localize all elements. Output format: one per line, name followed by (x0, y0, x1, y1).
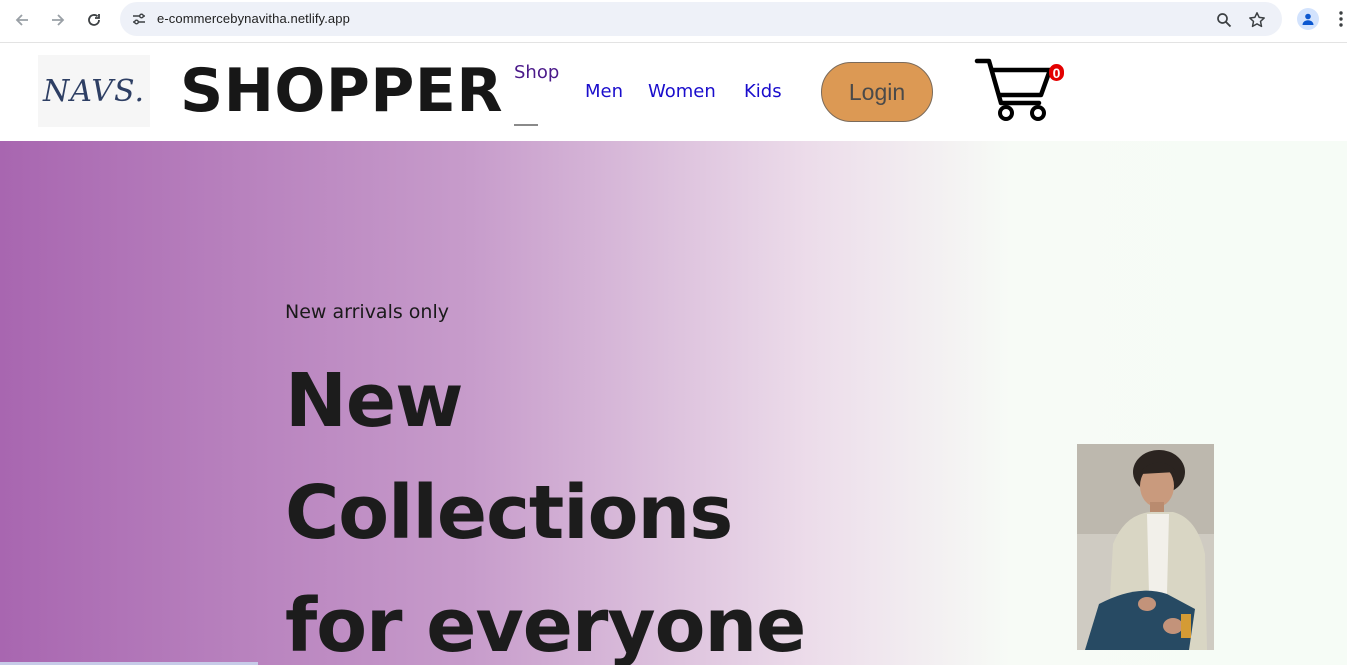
nav-shop[interactable]: Shop (514, 62, 559, 84)
nav-men[interactable]: Men (585, 81, 623, 103)
zoom-icon[interactable] (1213, 9, 1235, 31)
hero-model-photo (1077, 444, 1214, 650)
site-settings-icon[interactable] (128, 8, 150, 30)
browser-toolbar: e-commercebynavitha.netlify.app (0, 0, 1347, 43)
active-nav-underline (514, 124, 538, 126)
bookmark-star-icon[interactable] (1246, 9, 1268, 31)
brand-title: SHOPPER (180, 56, 504, 126)
back-button[interactable] (10, 8, 34, 32)
hero-section: New arrivals only New Collections for ev… (0, 141, 1347, 665)
hero-headline-line-2: Collections (285, 470, 733, 556)
site-header: NAVS. SHOPPER Shop Men Women Kids Login … (0, 43, 1347, 141)
login-button[interactable]: Login (821, 62, 933, 122)
back-arrow-icon (15, 14, 28, 26)
url-text[interactable]: e-commercebynavitha.netlify.app (157, 11, 350, 26)
nav-kids[interactable]: Kids (744, 81, 782, 103)
forward-arrow-icon (52, 14, 65, 26)
forward-button[interactable] (46, 8, 70, 32)
logo[interactable]: NAVS. (38, 55, 150, 127)
address-bar[interactable]: e-commercebynavitha.netlify.app (120, 2, 1282, 36)
profile-icon[interactable] (1297, 8, 1319, 30)
hero-headline-line-3: for everyone (285, 583, 806, 665)
reload-icon (88, 14, 100, 26)
cart-icon[interactable] (974, 57, 1056, 123)
hero-kicker: New arrivals only (285, 301, 449, 323)
menu-dots-icon[interactable] (1334, 8, 1347, 30)
nav-women[interactable]: Women (648, 81, 716, 103)
logo-text: NAVS. (42, 73, 146, 109)
reload-button[interactable] (82, 8, 106, 32)
cart-count-badge: 0 (1049, 64, 1064, 81)
hero-headline-line-1: New (285, 358, 463, 444)
